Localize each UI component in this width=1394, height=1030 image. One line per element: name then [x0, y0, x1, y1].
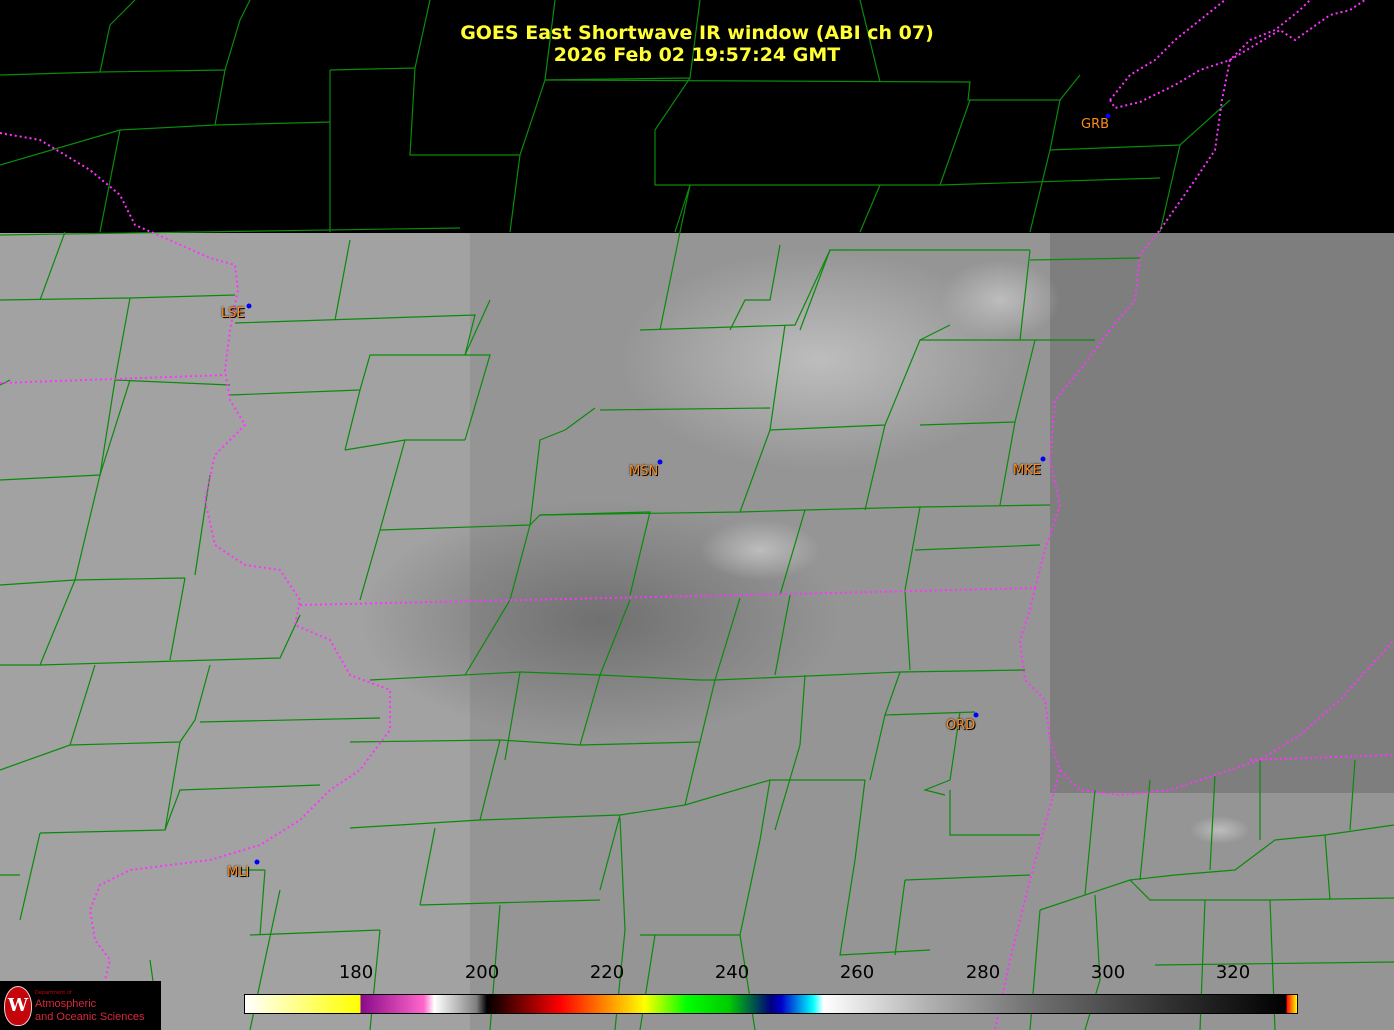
city-label-mli: MLI [227, 865, 250, 880]
cloud-patch-ne [940, 260, 1060, 340]
station-dot-ord [973, 712, 979, 718]
colorbar-tick-label: 200 [464, 962, 500, 983]
image-title: GOES East Shortwave IR window (ABI ch 07… [460, 22, 934, 44]
colorbar-tick-label: 220 [589, 962, 625, 983]
city-label-lse: LSE [221, 306, 245, 321]
lake-michigan [1050, 233, 1394, 793]
station-dot-mke [1040, 456, 1046, 462]
cloud-patch [700, 520, 820, 580]
colorbar-tick-label: 320 [1215, 962, 1251, 983]
colorbar-tick-label: 180 [338, 962, 374, 983]
city-label-msn: MSN [629, 464, 659, 479]
logo-name-line1: Atmospheric [35, 998, 97, 1010]
cloud-patch-se [1190, 816, 1250, 844]
logo-name-line2: and Oceanic Sciences [35, 1011, 145, 1023]
department-logo: W Department of Atmospheric and Oceanic … [0, 981, 161, 1030]
station-dot-mli [254, 859, 260, 865]
colorbar-tick-label: 280 [965, 962, 1001, 983]
city-label-grb: GRB [1081, 117, 1110, 132]
city-label-ord: ORD [946, 718, 976, 733]
colorbar-tick-label: 300 [1090, 962, 1126, 983]
station-dot-lse [246, 303, 252, 309]
colorbar-tick-label: 240 [714, 962, 750, 983]
station-dot-msn [657, 459, 663, 465]
logo-department-text: Department of [35, 990, 72, 996]
temperature-colorbar [244, 994, 1298, 1014]
city-label-mke: MKE [1013, 463, 1041, 478]
image-timestamp: 2026 Feb 02 19:57:24 GMT [553, 44, 841, 66]
ir-satellite-map [0, 0, 1394, 1030]
satellite-image-viewer: GOES East Shortwave IR window (ABI ch 07… [0, 0, 1394, 1030]
uw-crest-icon: W [4, 986, 32, 1026]
colorbar-tick-label: 260 [839, 962, 875, 983]
